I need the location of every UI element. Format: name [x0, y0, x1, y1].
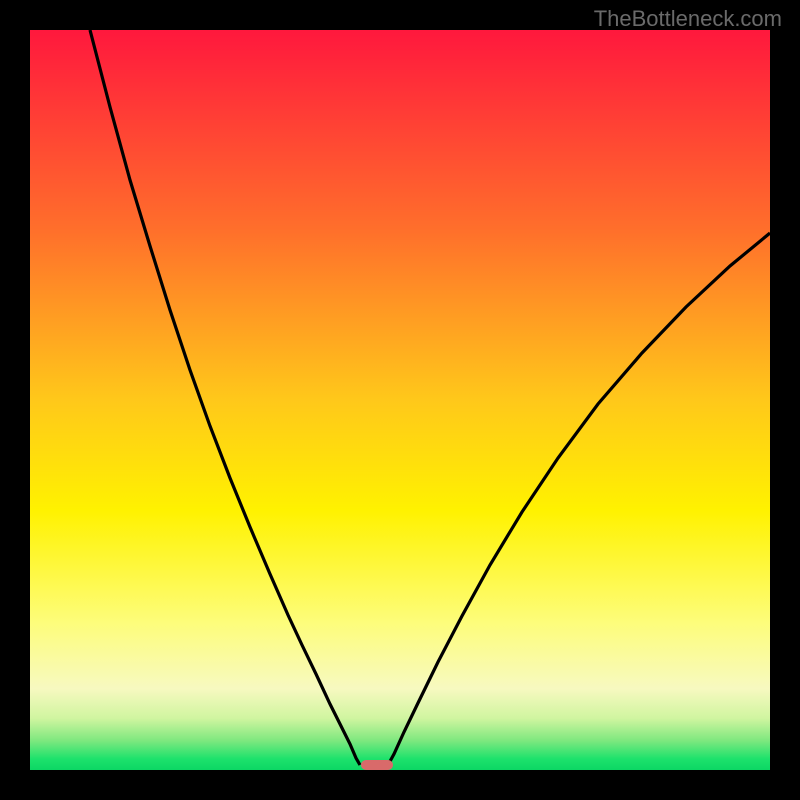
bottom-marker	[361, 760, 393, 770]
watermark: TheBottleneck.com	[594, 6, 782, 32]
right-curve	[388, 233, 770, 765]
chart-frame	[30, 30, 770, 770]
curve-layer	[30, 30, 770, 770]
left-curve	[90, 30, 360, 765]
